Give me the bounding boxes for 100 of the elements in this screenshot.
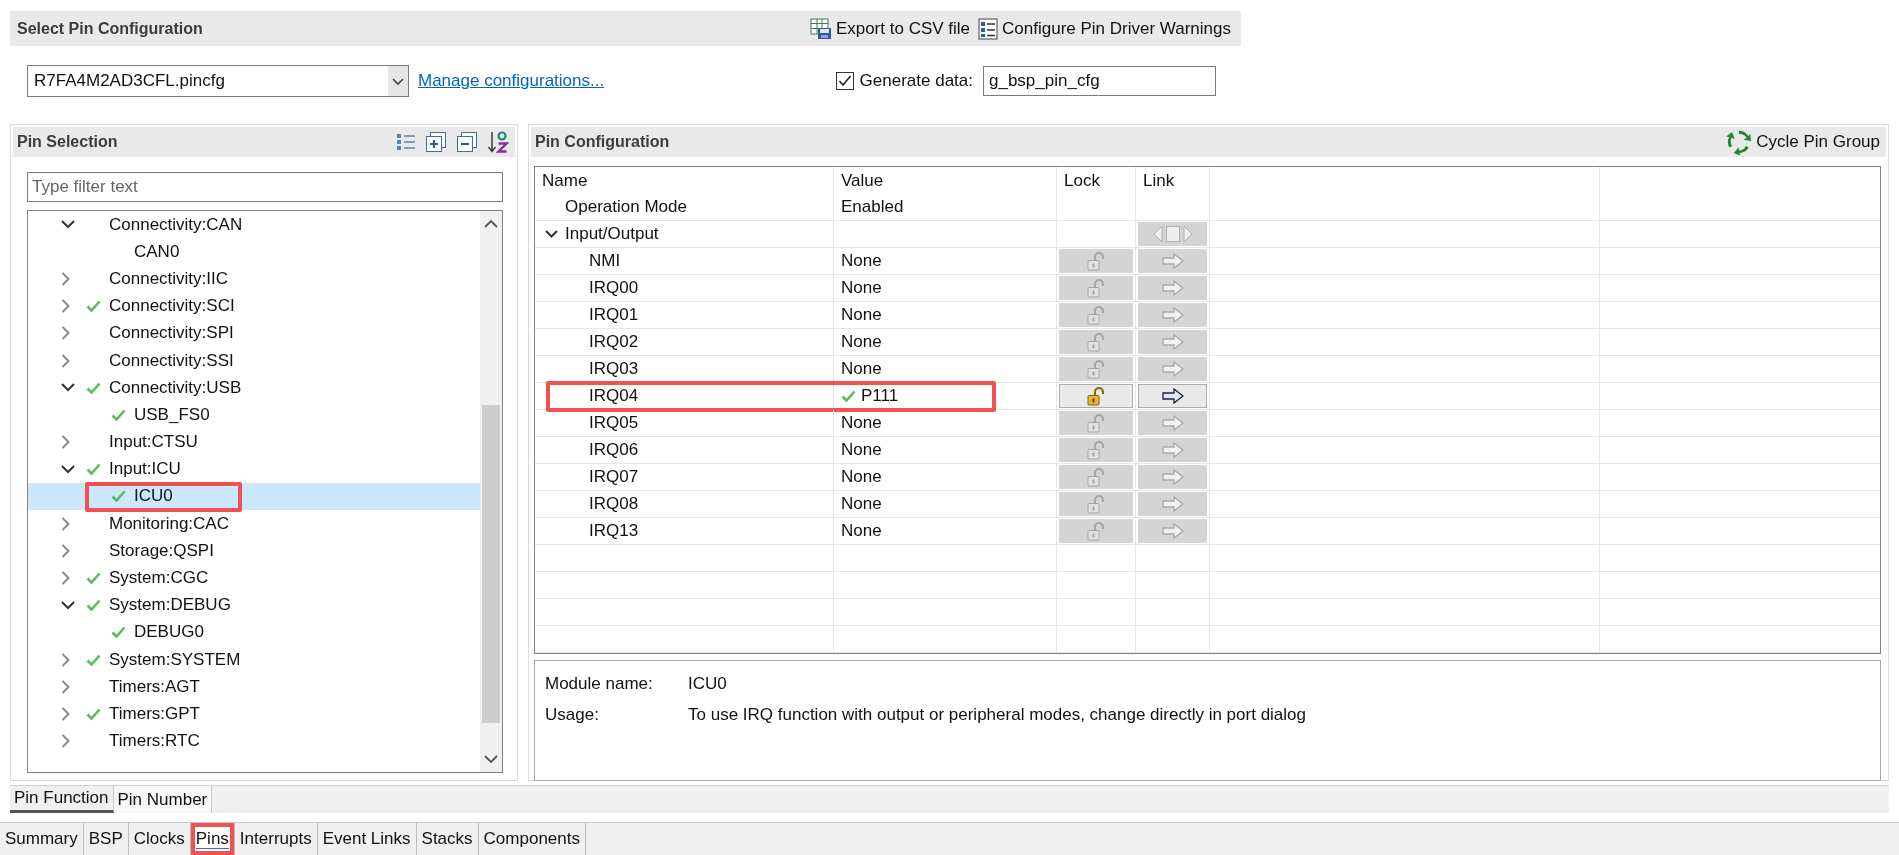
tree-item[interactable]: USB_FS0 bbox=[28, 401, 480, 429]
property-name: Input/Output bbox=[565, 224, 659, 244]
sort-icon[interactable] bbox=[487, 130, 509, 154]
tree-item[interactable]: ICU0 bbox=[28, 482, 480, 511]
tree-item[interactable]: Connectivity:SPI bbox=[28, 319, 480, 347]
pin-warnings-button[interactable]: Configure Pin Driver Warnings bbox=[978, 17, 1231, 40]
padlock-icon bbox=[1086, 467, 1106, 487]
lock-button[interactable] bbox=[1059, 492, 1133, 516]
tree-item[interactable]: System:SYSTEM bbox=[28, 646, 480, 674]
chevron-right-icon[interactable] bbox=[61, 571, 70, 586]
manage-configurations-link[interactable]: Manage configurations... bbox=[418, 71, 605, 91]
lock-button[interactable] bbox=[1059, 303, 1133, 327]
editor-tab[interactable]: Clocks bbox=[128, 823, 191, 855]
lock-button[interactable] bbox=[1059, 330, 1133, 354]
tree-item[interactable]: Monitoring:CAC bbox=[28, 510, 480, 538]
expand-all-icon[interactable] bbox=[425, 131, 447, 153]
detail-value: To use IRQ function with output or peripheral modes, change directly in port dialog bbox=[688, 704, 1306, 725]
chevron-down-icon[interactable] bbox=[545, 230, 558, 238]
tree-item[interactable]: Input:CTSU bbox=[28, 428, 480, 456]
chevron-right-icon[interactable] bbox=[61, 543, 70, 558]
tree-item[interactable]: Connectivity:IIC bbox=[28, 265, 480, 293]
data-name-field[interactable]: g_bsp_pin_cfg bbox=[983, 66, 1216, 96]
chevron-right-icon[interactable] bbox=[61, 271, 70, 286]
generate-data-checkbox[interactable] bbox=[835, 72, 854, 90]
scroll-down-icon[interactable] bbox=[484, 755, 498, 764]
view-tab[interactable]: Pin Number bbox=[113, 786, 213, 813]
chevron-right-icon[interactable] bbox=[61, 299, 70, 314]
chevron-right-icon[interactable] bbox=[61, 706, 70, 721]
export-csv-button[interactable]: Export to CSV file bbox=[809, 17, 971, 40]
view-tab[interactable]: Pin Function bbox=[10, 786, 114, 813]
checklist-icon bbox=[978, 17, 999, 40]
property-value: P111 bbox=[861, 386, 899, 406]
chevron-right-icon[interactable] bbox=[61, 679, 70, 694]
editor-tab[interactable]: BSP bbox=[83, 823, 129, 855]
property-name: IRQ06 bbox=[589, 440, 639, 460]
editor-tab[interactable]: Pins bbox=[190, 823, 235, 855]
property-value: None bbox=[841, 440, 882, 460]
chevron-right-icon[interactable] bbox=[61, 516, 70, 531]
lock-button[interactable] bbox=[1059, 465, 1133, 489]
column-header[interactable]: Link bbox=[1143, 170, 1175, 191]
link-button[interactable] bbox=[1138, 384, 1207, 408]
tree-item[interactable]: Timers:GPT bbox=[28, 700, 480, 728]
arrow-icon bbox=[1161, 496, 1184, 512]
pin-group-button[interactable] bbox=[1138, 222, 1207, 246]
lock-button[interactable] bbox=[1059, 384, 1133, 408]
tree-item[interactable]: System:CGC bbox=[28, 564, 480, 592]
chevron-right-icon[interactable] bbox=[61, 435, 70, 450]
padlock-icon bbox=[1086, 359, 1106, 379]
padlock-icon bbox=[1086, 251, 1106, 271]
tree-item[interactable]: Connectivity:SSI bbox=[28, 346, 480, 375]
editor-tab[interactable]: Summary bbox=[0, 823, 84, 855]
file-dropdown[interactable]: R7FA4M2AD3CFL.pincfg bbox=[27, 65, 409, 97]
chevron-right-icon[interactable] bbox=[61, 353, 70, 368]
chevron-right-icon[interactable] bbox=[61, 652, 70, 667]
editor-tab[interactable]: Interrupts bbox=[234, 823, 318, 855]
tree-item[interactable]: Input:ICU bbox=[28, 455, 480, 483]
cycle-pin-group-button[interactable]: Cycle Pin Group bbox=[1726, 129, 1880, 155]
tree-item[interactable]: Connectivity:USB bbox=[28, 374, 480, 402]
arrow-icon bbox=[1161, 280, 1184, 296]
tree-item[interactable]: CAN0 bbox=[28, 238, 480, 266]
tree-item[interactable]: Connectivity:CAN bbox=[28, 211, 480, 239]
tree-item[interactable]: Storage:QSPI bbox=[28, 537, 480, 565]
column-header[interactable]: Value bbox=[841, 170, 884, 191]
scrollbar-thumb[interactable] bbox=[482, 405, 500, 723]
lock-button[interactable] bbox=[1059, 438, 1133, 462]
tree-item[interactable]: DEBUG0 bbox=[28, 618, 480, 646]
filter-field[interactable]: Type filter text bbox=[27, 172, 503, 202]
property-name: IRQ03 bbox=[589, 359, 639, 379]
property-name: IRQ00 bbox=[589, 278, 639, 298]
editor-tab[interactable]: Stacks bbox=[416, 823, 479, 855]
property-name: IRQ01 bbox=[589, 305, 639, 325]
lock-button[interactable] bbox=[1059, 411, 1133, 435]
column-header[interactable]: Name bbox=[542, 170, 588, 191]
chevron-down-icon[interactable] bbox=[61, 464, 75, 474]
arrow-icon bbox=[1161, 388, 1184, 404]
chevron-right-icon[interactable] bbox=[61, 326, 70, 341]
chevron-down-icon[interactable] bbox=[61, 600, 75, 610]
list-icon[interactable] bbox=[396, 133, 416, 151]
chevron-right-icon[interactable] bbox=[61, 734, 70, 749]
column-header[interactable]: Lock bbox=[1064, 170, 1100, 191]
collapse-all-icon[interactable] bbox=[456, 131, 478, 153]
editor-tab[interactable]: Components bbox=[478, 823, 586, 855]
padlock-icon bbox=[1086, 332, 1106, 352]
detail-label: Usage: bbox=[545, 704, 600, 725]
tree-item[interactable]: Connectivity:SCI bbox=[28, 292, 480, 320]
editor-tab[interactable]: Event Links bbox=[317, 823, 417, 855]
lock-button[interactable] bbox=[1059, 519, 1133, 543]
property-name: IRQ07 bbox=[589, 467, 639, 487]
property-name: IRQ05 bbox=[589, 413, 639, 433]
tree-item[interactable]: Timers:RTC bbox=[28, 727, 480, 755]
property-name: IRQ13 bbox=[589, 521, 639, 541]
arrow-icon bbox=[1161, 415, 1184, 431]
tree-item[interactable]: System:DEBUG bbox=[28, 591, 480, 619]
scroll-up-icon[interactable] bbox=[484, 219, 498, 228]
tree-item[interactable]: Timers:AGT bbox=[28, 673, 480, 701]
lock-button[interactable] bbox=[1059, 357, 1133, 381]
lock-button[interactable] bbox=[1059, 276, 1133, 300]
chevron-down-icon[interactable] bbox=[61, 383, 75, 393]
chevron-down-icon[interactable] bbox=[61, 220, 75, 230]
lock-button[interactable] bbox=[1059, 249, 1133, 273]
